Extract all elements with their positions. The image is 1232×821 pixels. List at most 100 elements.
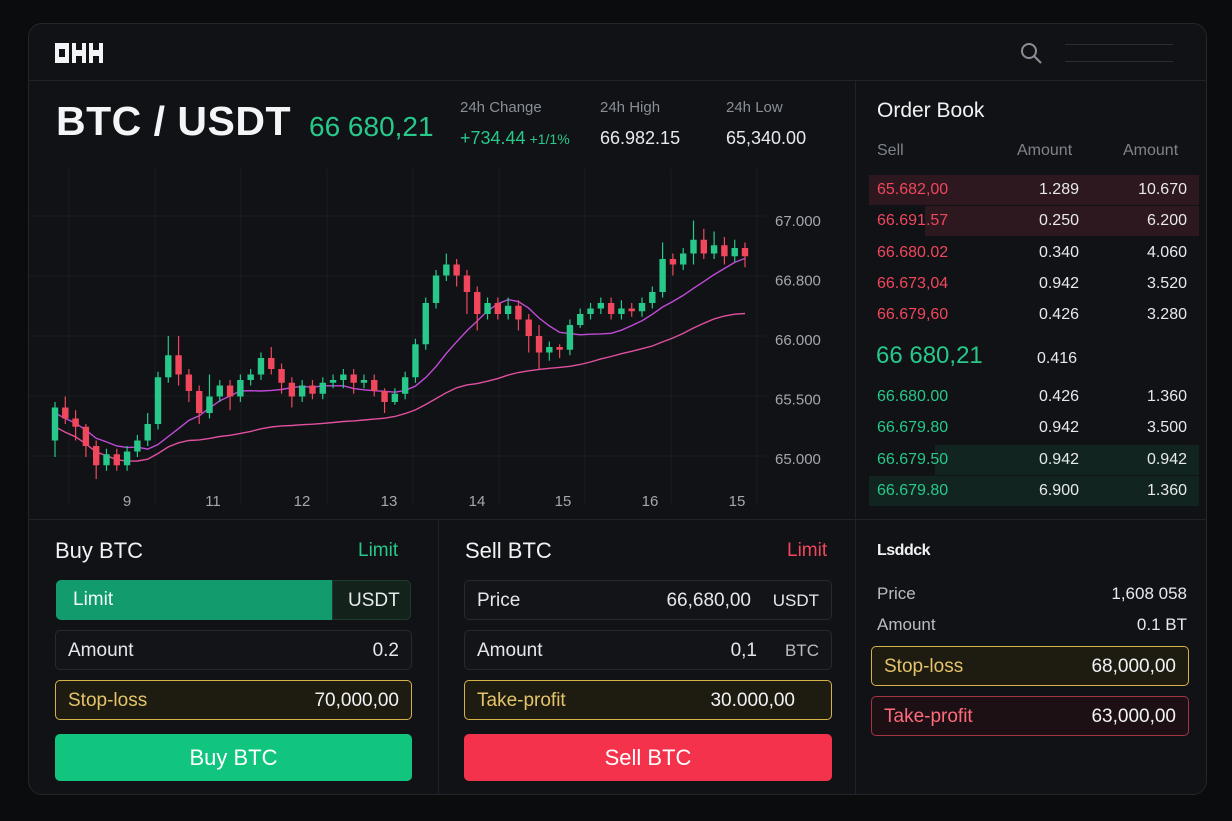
currency-select[interactable]: USDT: [332, 580, 411, 620]
candle: [247, 374, 254, 380]
candle: [144, 424, 151, 441]
candle: [587, 308, 594, 314]
buy-mode-tab[interactable]: Limit: [358, 540, 398, 562]
order-amount: 0.942: [1038, 419, 1079, 437]
order-price: 66.680.00: [877, 388, 949, 405]
ob-mid-amount: 0.416: [1037, 350, 1078, 367]
candle: [484, 303, 491, 314]
side-price-row: Price 1,608 058: [877, 584, 1187, 604]
trading-pair: BTC / USDT: [56, 98, 292, 144]
stat-label: 24h High: [600, 99, 661, 116]
sell-order-row[interactable]: 66.680.02 0.340 4.060: [869, 238, 1199, 268]
candle: [340, 374, 347, 380]
candle: [494, 303, 502, 314]
x-tick-label: 15: [729, 493, 746, 510]
field-label: Stop-loss: [884, 656, 964, 677]
order-total: 1.360: [1146, 388, 1187, 405]
candle: [82, 426, 90, 446]
order-amount: 6.900: [1038, 481, 1079, 499]
side-panel-title: Lsddck: [877, 542, 931, 559]
candle: [638, 303, 646, 312]
x-tick-label: 15: [555, 493, 572, 510]
buy-amount-field[interactable]: Amount 0.2: [55, 630, 412, 670]
candle: [381, 391, 388, 402]
candle: [700, 239, 708, 254]
stat-24h-low: 24h Low 65,340.00: [726, 99, 806, 149]
candle: [731, 248, 738, 257]
stat-24h-change: 24h Change +734.44 +1/1%: [460, 99, 570, 149]
side-value: 0.1 BT: [1136, 615, 1187, 634]
okx-logo[interactable]: [55, 43, 103, 63]
sell-order-row[interactable]: 66.691.57 0.250 6.200: [869, 206, 1199, 237]
buy-order-row[interactable]: 66.679.80 6.900 1.360: [869, 475, 1199, 506]
candle: [453, 264, 460, 276]
orderbook-divider: [855, 81, 856, 794]
field-value: 63,000,00: [1091, 706, 1176, 727]
field-value: 66,680,00: [666, 590, 751, 611]
stat-value: 65,340.00: [726, 128, 807, 148]
sell-price-field[interactable]: Price 66,680,00 USDT: [464, 580, 832, 620]
candle: [412, 344, 419, 378]
stat-label: 24h Change: [460, 99, 542, 116]
order-total: 3.520: [1146, 274, 1187, 292]
ob-col-amount: Amount: [1017, 142, 1073, 159]
order-book-title: Order Book: [877, 99, 985, 122]
ob-col-amount-total: Amount: [1123, 142, 1179, 159]
order-total: 1.360: [1146, 481, 1187, 499]
candle: [329, 380, 337, 383]
order-type-select[interactable]: Limit: [56, 580, 332, 620]
side-stop-loss-field[interactable]: Stop-loss 68,000,00: [871, 646, 1189, 686]
field-value: 30.000,00: [710, 690, 795, 711]
order-amount: 0.942: [1038, 450, 1079, 468]
candle: [628, 308, 635, 312]
order-price: 66.679.50: [877, 450, 949, 468]
side-take-profit-field[interactable]: Take-profit 63,000,00: [871, 696, 1189, 736]
candle: [556, 347, 563, 350]
candle: [195, 391, 203, 413]
sell-mode-tab[interactable]: Limit: [787, 540, 827, 562]
buy-panel-title: Buy BTC: [55, 538, 144, 563]
price-chart[interactable]: 67.000 66.800 66.000 65.500 65.000 9 11 12 13 14 1…: [29, 164, 855, 519]
candle: [525, 319, 532, 336]
candle: [649, 292, 656, 303]
field-unit: BTC: [785, 641, 819, 660]
sell-order-row[interactable]: 66.679,60 0.426 3.280: [869, 300, 1199, 330]
candle: [710, 245, 718, 254]
x-tick-label: 16: [642, 493, 659, 510]
order-amount: 0.340: [1038, 243, 1079, 261]
order-total: 3.280: [1146, 306, 1187, 324]
candle: [680, 253, 687, 265]
candle: [103, 454, 110, 466]
candle: [72, 418, 79, 427]
field-label: Take-profit: [884, 706, 973, 727]
buy-sell-divider: [438, 520, 439, 794]
field-unit: USDT: [772, 591, 819, 610]
buy-order-row[interactable]: 66.679.80 0.942 3.500: [869, 413, 1199, 443]
search-icon[interactable]: [1019, 41, 1043, 65]
search-input[interactable]: [1065, 44, 1173, 62]
sell-order-row[interactable]: 65.682,00 1.289 10.670: [869, 175, 1199, 205]
y-tick-label: 65.000: [775, 451, 821, 468]
candle: [721, 245, 728, 257]
buy-stop-loss-field[interactable]: Stop-loss 70,000,00: [55, 680, 412, 720]
candle: [185, 374, 193, 391]
candle: [443, 264, 450, 276]
candle: [350, 374, 357, 383]
sell-button[interactable]: Sell BTC: [464, 734, 832, 781]
take-profit-field[interactable]: Take-profit 30.000,00: [464, 680, 832, 720]
field-label: Take-profit: [477, 690, 566, 711]
sell-amount-field[interactable]: Amount 0,1 BTC: [464, 630, 832, 670]
side-amount-row: Amount 0.1 BT: [877, 615, 1187, 635]
buy-order-row[interactable]: 66.679.50 0.942 0.942: [869, 444, 1199, 475]
x-tick-label: 14: [469, 493, 486, 510]
ob-col-sell: Sell: [877, 142, 904, 159]
buy-order-row[interactable]: 66.680.00 0.426 1.360: [869, 382, 1199, 412]
candle: [401, 377, 409, 394]
order-amount: 0.426: [1038, 306, 1079, 324]
last-price: 66 680,21: [309, 111, 434, 142]
candle: [298, 385, 306, 397]
x-tick-label: 11: [205, 493, 221, 510]
y-tick-label: 65.500: [775, 392, 821, 409]
buy-button[interactable]: Buy BTC: [55, 734, 412, 781]
sell-order-row[interactable]: 66.673,04 0.942 3.520: [869, 269, 1199, 299]
